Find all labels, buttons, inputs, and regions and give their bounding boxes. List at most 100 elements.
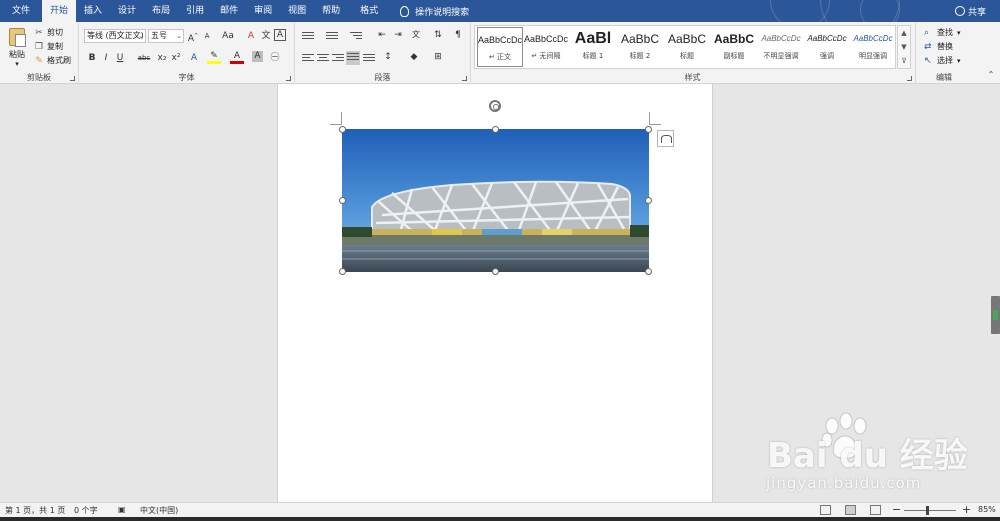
share-button[interactable]: 共享 [954, 0, 986, 22]
tab-review[interactable]: 审阅 [246, 0, 280, 22]
resize-handle[interactable] [492, 268, 499, 275]
tab-insert[interactable]: 插入 [76, 0, 110, 22]
text-effects-button[interactable]: A [187, 51, 201, 65]
tab-file[interactable]: 文件 [0, 0, 42, 22]
layout-options-icon[interactable] [657, 130, 674, 147]
copy-button[interactable]: ❐ 复制 [34, 40, 63, 53]
vertical-scrollbar[interactable] [991, 84, 1000, 502]
tell-me-search[interactable]: 操作说明搜索 [400, 0, 469, 22]
sort-button[interactable]: ⇅ [431, 28, 445, 42]
tab-view[interactable]: 视图 [280, 0, 314, 22]
bullets-button[interactable] [301, 30, 315, 42]
character-border-button[interactable]: A [274, 29, 286, 41]
print-layout-icon[interactable] [845, 505, 856, 515]
numbering-button[interactable] [325, 30, 339, 42]
resize-handle[interactable] [645, 197, 652, 204]
clipboard-launcher-icon[interactable] [70, 76, 75, 81]
shading-button[interactable]: ◆ [407, 50, 421, 64]
zoom-slider-thumb[interactable] [926, 506, 929, 515]
scrollbar-thumb[interactable] [991, 296, 1000, 334]
tab-format[interactable]: 格式 [352, 0, 386, 22]
multilevel-list-button[interactable] [349, 30, 363, 42]
page-count[interactable]: 第 1 页，共 1 页 [5, 505, 65, 516]
show-marks-button[interactable]: ¶ [451, 28, 465, 42]
underline-button[interactable]: U [113, 51, 127, 65]
resize-handle[interactable] [339, 126, 346, 133]
copy-icon: ❐ [34, 41, 44, 52]
underline-icon: U [116, 53, 124, 63]
tab-references[interactable]: 引用 [178, 0, 212, 22]
language-status[interactable]: 中文(中国) [140, 505, 178, 516]
distributed-button[interactable] [362, 52, 376, 64]
clipboard-group: 粘贴 ▾ ✂ 剪切 ❐ 复制 ✎ 格式刷 剪贴板 [0, 22, 79, 84]
font-size-select[interactable]: 五号 ⌄ [148, 29, 184, 43]
web-layout-icon[interactable] [870, 505, 881, 515]
superscript-icon: x² [171, 53, 181, 63]
tab-mailings[interactable]: 邮件 [212, 0, 246, 22]
paintbrush-icon: ✎ [35, 55, 43, 66]
align-center-button[interactable] [316, 52, 330, 64]
paragraph-launcher-icon[interactable] [462, 76, 467, 81]
menu-bar: 文件 开始 插入 设计 布局 引用 邮件 审阅 视图 帮助 格式 操作说明搜索 … [0, 0, 1000, 22]
chinese-layout-button[interactable]: 文 [409, 28, 423, 42]
decrease-indent-button[interactable]: ⇤ [375, 28, 389, 42]
font-color-button[interactable]: A [230, 51, 244, 64]
tell-me-label: 操作说明搜索 [415, 7, 470, 18]
lightbulb-icon [400, 5, 410, 17]
resize-handle[interactable] [645, 268, 652, 275]
person-icon [954, 6, 965, 16]
phonetic-guide-button[interactable]: 文 [259, 29, 273, 43]
word-count[interactable]: 0 个字 [74, 505, 98, 516]
superscript-button[interactable]: x² [169, 51, 183, 65]
shrink-font-button[interactable]: A [200, 29, 214, 43]
line-spacing-button[interactable]: ↕ [381, 50, 395, 64]
resize-handle[interactable] [339, 197, 346, 204]
status-bar: 第 1 页，共 1 页 0 个字 ▣ 中文(中国) − + 85% [0, 502, 1000, 517]
format-painter-button[interactable]: ✎ 格式刷 [34, 54, 71, 67]
subscript-button[interactable]: x₂ [155, 51, 169, 65]
align-left-button[interactable] [301, 52, 315, 64]
change-case-icon: Aa [222, 31, 234, 41]
tab-help[interactable]: 帮助 [314, 0, 348, 22]
copy-label: 复制 [47, 42, 63, 51]
watermark-logo: Bai du 经验 [767, 436, 968, 476]
resize-handle[interactable] [492, 126, 499, 133]
chevron-down-icon: ⌄ [138, 32, 144, 40]
font-launcher-icon[interactable] [286, 76, 291, 81]
paste-button[interactable]: 粘贴 ▾ [4, 26, 30, 72]
rotate-handle-icon[interactable] [489, 100, 501, 112]
borders-button[interactable]: ⊞ [431, 50, 445, 64]
highlight-button[interactable]: ✎ [207, 51, 221, 64]
zoom-in-button[interactable]: + [962, 503, 971, 516]
increase-indent-button[interactable]: ⇥ [391, 28, 405, 42]
zoom-level[interactable]: 85% [978, 505, 996, 514]
cut-button[interactable]: ✂ 剪切 [34, 26, 63, 39]
change-case-button[interactable]: Aa [218, 29, 238, 43]
styles-launcher-icon[interactable] [907, 76, 912, 81]
font-name-select[interactable]: 等线 (西文正文) ⌄ [84, 29, 146, 43]
proofing-icon[interactable]: ▣ [118, 505, 126, 514]
clipboard-group-label: 剪贴板 [27, 73, 51, 82]
grow-font-button[interactable]: A^ [186, 29, 200, 44]
document-page[interactable] [277, 84, 713, 502]
zoom-slider-track[interactable] [904, 510, 956, 511]
strikethrough-button[interactable]: abc [135, 51, 153, 65]
collapse-ribbon-icon[interactable]: ⌃ [984, 68, 998, 82]
justify-button[interactable] [346, 51, 360, 65]
resize-handle[interactable] [645, 126, 652, 133]
tab-design[interactable]: 设计 [110, 0, 144, 22]
enclose-characters-button[interactable]: ㊀ [268, 51, 282, 65]
tab-layout[interactable]: 布局 [144, 0, 178, 22]
tab-home[interactable]: 开始 [42, 0, 77, 22]
stadium-photo[interactable] [342, 129, 649, 272]
bold-button[interactable]: B [85, 51, 99, 65]
clear-formatting-button[interactable]: A [244, 29, 258, 43]
zoom-out-button[interactable]: − [892, 503, 901, 516]
resize-handle[interactable] [339, 268, 346, 275]
character-shading-button[interactable]: A [252, 51, 263, 62]
editing-group-label: 编辑 [936, 73, 952, 82]
read-mode-icon[interactable] [820, 505, 831, 515]
align-right-button[interactable] [331, 52, 345, 64]
taskbar-strip [0, 517, 1000, 521]
italic-button[interactable]: I [99, 51, 113, 65]
